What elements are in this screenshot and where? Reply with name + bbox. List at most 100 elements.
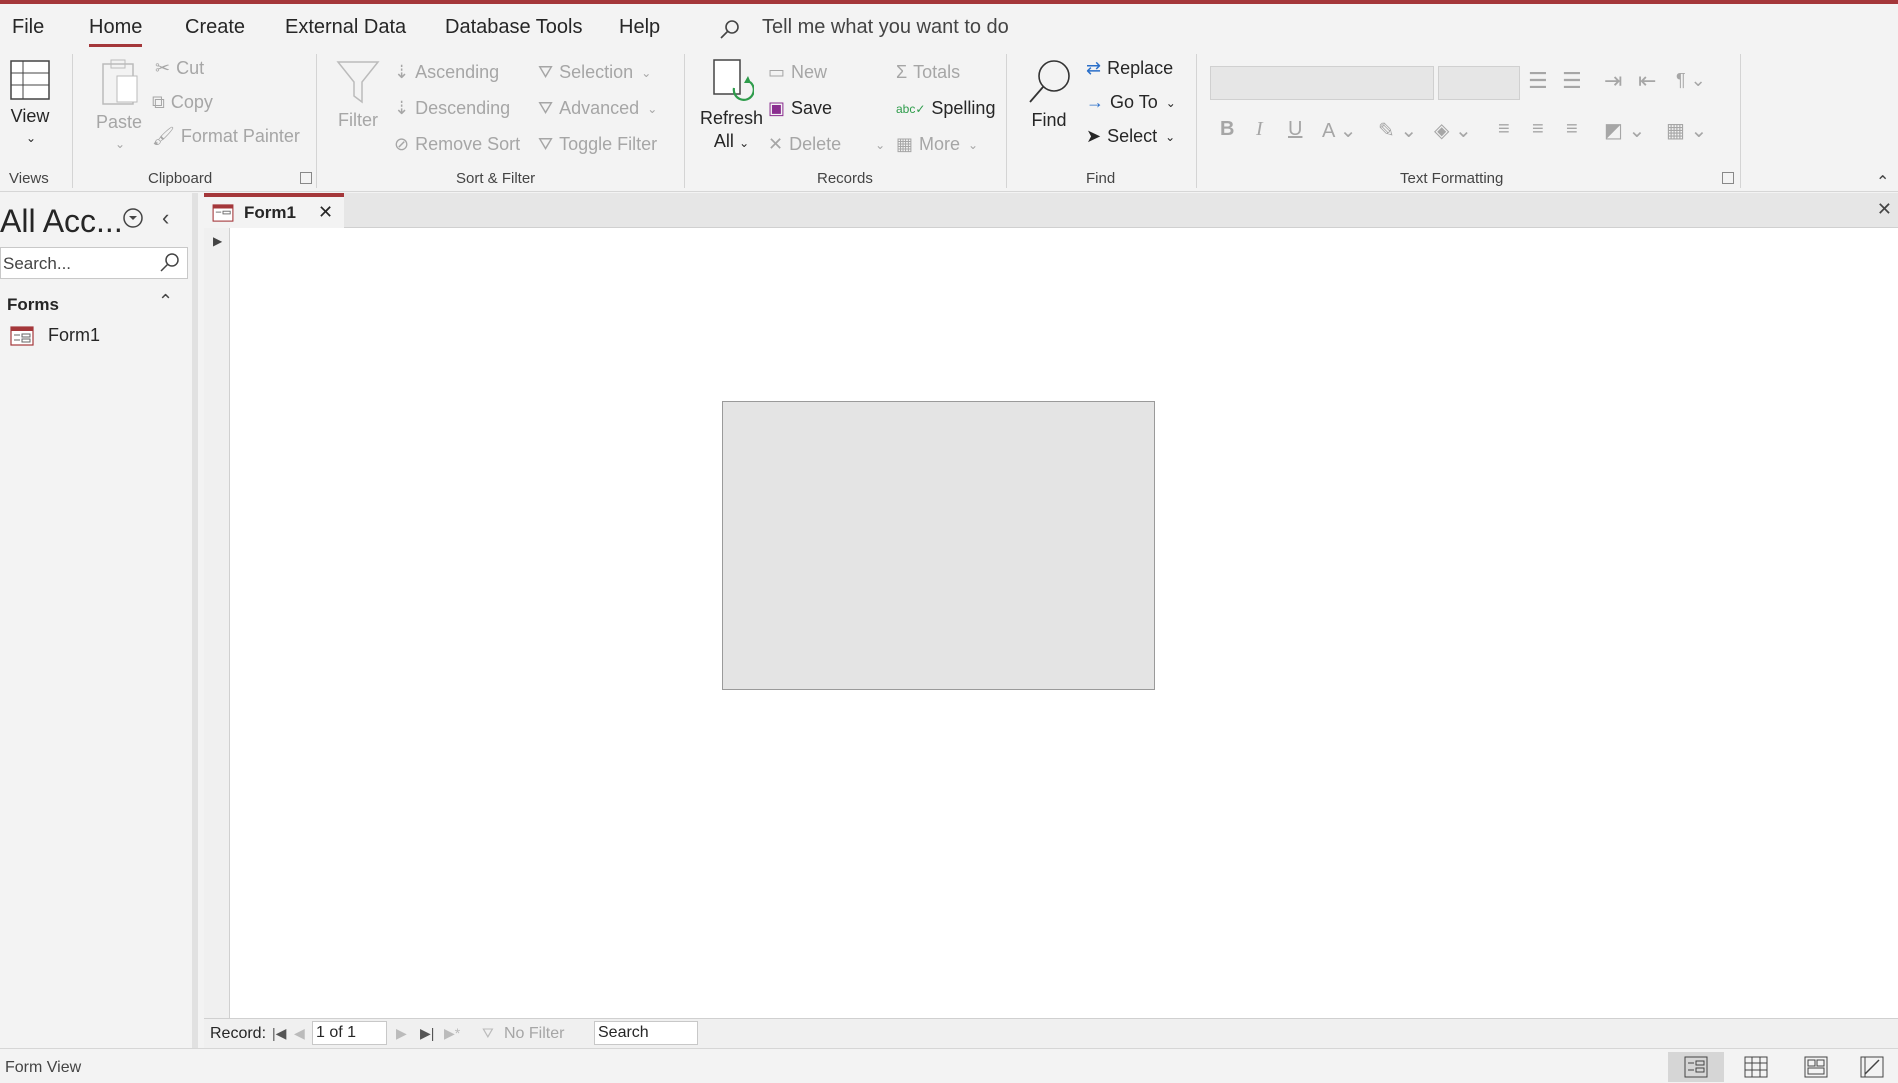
tab-external-data[interactable]: External Data — [285, 16, 406, 39]
format-painter-button[interactable]: 🖌 Format Painter — [152, 126, 300, 147]
collapse-ribbon-icon[interactable]: ⌃ — [1876, 172, 1889, 192]
indent-decrease-icon[interactable]: ⇤ — [1638, 68, 1656, 94]
more-button[interactable]: ▦ More ⌄ — [896, 134, 978, 155]
record-search-input[interactable]: Search — [594, 1021, 698, 1045]
group-divider — [1196, 54, 1197, 188]
select-button[interactable]: ➤ Select ⌄ — [1086, 126, 1175, 147]
group-label-views: Views — [9, 170, 49, 187]
new-record-button[interactable]: ▭ New — [768, 62, 827, 83]
underline-button[interactable]: U — [1288, 118, 1302, 141]
sigma-icon: Σ — [896, 62, 908, 82]
design-view-icon[interactable] — [1844, 1052, 1898, 1082]
chevron-down-icon: ⌄ — [735, 136, 750, 150]
align-left-icon[interactable]: ≡ — [1498, 118, 1510, 141]
group-label-sort-filter: Sort & Filter — [456, 170, 536, 187]
nav-search-input[interactable]: Search... — [3, 254, 71, 274]
selection-button[interactable]: ⛛ Selection ⌄ — [538, 62, 651, 83]
filter-button[interactable]: Filter — [336, 58, 380, 131]
search-icon[interactable] — [159, 252, 181, 279]
document-area: Form1 ✕ ✕ ▶ Record: |◀ ◀ 1 of 1 ▶ ▶| ▶* … — [204, 193, 1898, 1048]
nav-menu-icon[interactable] — [122, 207, 144, 234]
gridlines-icon[interactable]: ▦ ⌄ — [1666, 118, 1707, 143]
toggle-filter-button[interactable]: ⛛ Toggle Filter — [538, 134, 657, 155]
search-icon — [718, 18, 742, 47]
record-label: Record: — [210, 1025, 267, 1042]
replace-button[interactable]: ⇄ Replace — [1086, 58, 1173, 79]
record-selector[interactable]: ▶ — [204, 228, 230, 1018]
align-right-icon[interactable]: ≡ — [1566, 118, 1578, 141]
remove-sort-button[interactable]: ⊘ Remove Sort — [394, 134, 520, 155]
save-button[interactable]: ▣ Save — [768, 98, 832, 119]
spelling-button[interactable]: abc✓ Spelling — [896, 98, 995, 119]
fill-color-icon[interactable]: ◈ ⌄ — [1434, 118, 1472, 143]
close-document-icon[interactable]: ✕ — [1877, 199, 1892, 220]
dialog-launcher-icon[interactable] — [1722, 172, 1734, 184]
tab-create[interactable]: Create — [185, 16, 245, 39]
arrow-right-icon: → — [1086, 92, 1104, 112]
status-bar: Form View — [0, 1048, 1898, 1083]
form-view-icon[interactable] — [1668, 1052, 1724, 1082]
brush-icon: 🖌 — [152, 126, 175, 146]
highlight-icon[interactable]: ✎ ⌄ — [1378, 118, 1417, 143]
nav-item-form1[interactable]: Form1 — [10, 325, 100, 346]
refresh-all-button[interactable]: Refresh All ⌄ — [700, 58, 763, 152]
filter-status[interactable]: No Filter — [504, 1025, 564, 1043]
cut-button[interactable]: ✂ Cut — [155, 58, 204, 79]
sort-ascending-icon: ⇣ — [394, 62, 410, 82]
totals-button[interactable]: Σ Totals — [896, 62, 960, 83]
paste-button[interactable]: Paste ⌄ — [96, 58, 142, 151]
new-record-icon: ▭ — [768, 62, 786, 82]
goto-button[interactable]: → Go To ⌄ — [1086, 92, 1176, 113]
bullets-icon[interactable]: ☰ — [1528, 68, 1548, 94]
last-record-icon[interactable]: ▶| — [420, 1025, 434, 1042]
delete-button[interactable]: ✕ Delete ⌄ — [768, 134, 885, 155]
close-tab-icon[interactable]: ✕ — [318, 202, 333, 223]
new-record-nav-icon[interactable]: ▶* — [444, 1025, 460, 1042]
sort-descending-icon: ⇣ — [394, 98, 410, 118]
tab-file[interactable]: File — [12, 16, 44, 39]
chevron-down-icon: ⌄ — [647, 101, 658, 116]
font-size-dropdown[interactable] — [1438, 66, 1520, 100]
numbering-icon[interactable]: ☰ — [1562, 68, 1582, 94]
descending-button[interactable]: ⇣ Descending — [394, 98, 510, 119]
menu-tabs: File Home Create External Data Database … — [0, 4, 1898, 50]
ascending-button[interactable]: ⇣ Ascending — [394, 62, 499, 83]
delete-icon: ✕ — [768, 134, 784, 154]
chevron-up-icon[interactable]: ⌃ — [158, 291, 173, 312]
tab-database-tools[interactable]: Database Tools — [445, 16, 583, 39]
dialog-launcher-icon[interactable] — [300, 172, 312, 184]
first-record-icon[interactable]: |◀ — [272, 1025, 286, 1042]
copy-button[interactable]: ⧉ Copy — [152, 92, 213, 113]
chevron-down-icon: ⌄ — [875, 137, 886, 152]
tab-help[interactable]: Help — [619, 16, 660, 39]
indent-increase-icon[interactable]: ⇥ — [1604, 68, 1622, 94]
find-button[interactable]: Find — [1026, 58, 1072, 131]
collapse-nav-icon[interactable]: ‹ — [162, 205, 169, 231]
next-record-icon[interactable]: ▶ — [396, 1025, 407, 1042]
previous-record-icon[interactable]: ◀ — [294, 1025, 305, 1042]
group-divider — [684, 54, 685, 188]
datasheet-view-icon[interactable] — [1728, 1052, 1784, 1082]
layout-view-icon[interactable] — [1788, 1052, 1844, 1082]
tab-home[interactable]: Home — [89, 16, 143, 47]
italic-button[interactable]: I — [1256, 118, 1263, 141]
font-color-icon[interactable]: A ⌄ — [1322, 118, 1357, 143]
record-navigation-bar: Record: |◀ ◀ 1 of 1 ▶ ▶| ▶* ⛛ No Filter … — [204, 1018, 1898, 1048]
font-name-dropdown[interactable] — [1210, 66, 1434, 100]
tell-me-input[interactable]: Tell me what you want to do — [762, 16, 1009, 39]
form-control-box[interactable] — [722, 401, 1155, 690]
nav-pane-title[interactable]: All Acc... — [0, 203, 123, 240]
nav-search-box[interactable]: Search... — [0, 247, 188, 279]
paragraph-direction-icon[interactable]: ¶ ⌄ — [1676, 70, 1706, 91]
chevron-down-icon: ⌄ — [968, 137, 979, 152]
record-position-input[interactable]: 1 of 1 — [312, 1021, 387, 1045]
view-button[interactable]: View ⌄ — [8, 58, 52, 145]
nav-section-forms[interactable]: Forms — [7, 295, 59, 315]
copy-icon: ⧉ — [152, 92, 165, 112]
bold-button[interactable]: B — [1220, 118, 1234, 141]
document-tab-form1[interactable]: Form1 ✕ — [204, 193, 344, 228]
align-center-icon[interactable]: ≡ — [1532, 118, 1544, 141]
table-grid-icon: ▦ — [896, 134, 914, 154]
background-image-icon[interactable]: ◩ ⌄ — [1604, 118, 1645, 143]
advanced-button[interactable]: ⛛ Advanced ⌄ — [538, 98, 657, 119]
